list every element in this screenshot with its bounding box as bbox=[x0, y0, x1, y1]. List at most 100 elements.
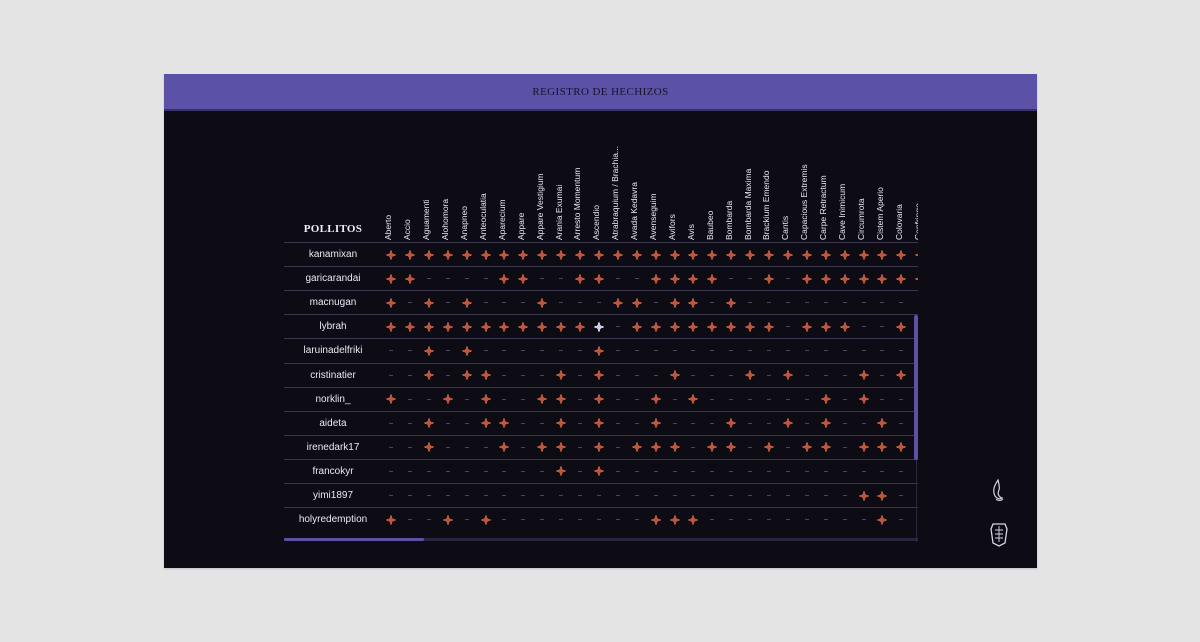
spell-cell[interactable] bbox=[892, 460, 910, 483]
spell-cell[interactable] bbox=[666, 243, 684, 266]
spell-cell[interactable] bbox=[666, 436, 684, 459]
spell-cell[interactable] bbox=[439, 339, 457, 362]
spell-cell[interactable] bbox=[666, 291, 684, 314]
spell-cell[interactable] bbox=[779, 436, 797, 459]
spell-cell[interactable] bbox=[590, 412, 608, 435]
spell-cell[interactable] bbox=[779, 460, 797, 483]
spell-cell[interactable] bbox=[779, 267, 797, 290]
spell-cell[interactable] bbox=[666, 364, 684, 387]
spell-cell[interactable] bbox=[477, 508, 495, 531]
spell-cell[interactable] bbox=[798, 267, 816, 290]
spell-cell[interactable] bbox=[836, 484, 854, 507]
spell-cell[interactable] bbox=[647, 243, 665, 266]
spell-cell[interactable] bbox=[571, 436, 589, 459]
spell-cell[interactable] bbox=[684, 243, 702, 266]
spell-cell[interactable] bbox=[533, 412, 551, 435]
spell-cell[interactable] bbox=[647, 315, 665, 338]
spell-cell[interactable] bbox=[892, 267, 910, 290]
spell-cell[interactable] bbox=[590, 267, 608, 290]
spell-cell[interactable] bbox=[666, 484, 684, 507]
spell-cell[interactable] bbox=[571, 412, 589, 435]
spell-cell[interactable] bbox=[477, 267, 495, 290]
spell-cell[interactable] bbox=[703, 315, 721, 338]
spell-cell[interactable] bbox=[911, 267, 918, 290]
spell-cell[interactable] bbox=[892, 484, 910, 507]
spell-cell[interactable] bbox=[458, 436, 476, 459]
spell-cell[interactable] bbox=[628, 388, 646, 411]
spell-cell[interactable] bbox=[514, 243, 532, 266]
spell-cell[interactable] bbox=[382, 315, 400, 338]
spell-cell[interactable] bbox=[666, 339, 684, 362]
spell-cell[interactable] bbox=[703, 339, 721, 362]
spell-cell[interactable] bbox=[722, 315, 740, 338]
spell-cell[interactable] bbox=[571, 339, 589, 362]
spell-cell[interactable] bbox=[741, 291, 759, 314]
spell-cell[interactable] bbox=[477, 436, 495, 459]
spell-cell[interactable] bbox=[892, 364, 910, 387]
spell-cell[interactable] bbox=[514, 339, 532, 362]
spell-cell[interactable] bbox=[458, 315, 476, 338]
vertical-scrollbar-thumb[interactable] bbox=[914, 315, 918, 460]
spell-cell[interactable] bbox=[552, 291, 570, 314]
spell-cell[interactable] bbox=[684, 267, 702, 290]
spell-cell[interactable] bbox=[458, 412, 476, 435]
spell-cell[interactable] bbox=[798, 412, 816, 435]
spell-cell[interactable] bbox=[855, 484, 873, 507]
table-row[interactable]: francokyr bbox=[284, 458, 918, 483]
crest-icon[interactable] bbox=[990, 521, 1008, 547]
spell-cell[interactable] bbox=[836, 339, 854, 362]
spell-cell[interactable] bbox=[873, 436, 891, 459]
table-row[interactable]: macnugan bbox=[284, 290, 918, 314]
spell-cell[interactable] bbox=[873, 291, 891, 314]
spell-cell[interactable] bbox=[855, 436, 873, 459]
spell-cell[interactable] bbox=[590, 339, 608, 362]
spell-cell[interactable] bbox=[552, 267, 570, 290]
spell-cell[interactable] bbox=[628, 315, 646, 338]
spell-cell[interactable] bbox=[420, 364, 438, 387]
spell-cell[interactable] bbox=[420, 388, 438, 411]
spell-cell[interactable] bbox=[855, 388, 873, 411]
spell-cell[interactable] bbox=[477, 339, 495, 362]
spell-cell[interactable] bbox=[439, 364, 457, 387]
spell-cell[interactable] bbox=[609, 484, 627, 507]
spell-cell[interactable] bbox=[533, 291, 551, 314]
spell-cell[interactable] bbox=[401, 291, 419, 314]
spell-table[interactable]: POLLITOS Aberto Accio Aguamenti Alohomora An… bbox=[284, 124, 918, 542]
spell-cell[interactable] bbox=[855, 291, 873, 314]
spell-cell[interactable] bbox=[817, 388, 835, 411]
spell-cell[interactable] bbox=[571, 243, 589, 266]
spell-cell[interactable] bbox=[609, 243, 627, 266]
spell-cell[interactable] bbox=[382, 267, 400, 290]
spell-cell[interactable] bbox=[647, 267, 665, 290]
spell-cell[interactable] bbox=[741, 243, 759, 266]
spell-cell[interactable] bbox=[798, 388, 816, 411]
spell-cell[interactable] bbox=[779, 508, 797, 531]
spell-cell[interactable] bbox=[533, 267, 551, 290]
spell-cell[interactable] bbox=[401, 460, 419, 483]
spell-cell[interactable] bbox=[779, 412, 797, 435]
spell-cell[interactable] bbox=[666, 508, 684, 531]
spell-cell[interactable] bbox=[817, 364, 835, 387]
spell-cell[interactable] bbox=[703, 364, 721, 387]
spell-cell[interactable] bbox=[892, 315, 910, 338]
spell-cell[interactable] bbox=[571, 484, 589, 507]
table-row[interactable]: lybrah bbox=[284, 314, 918, 338]
spell-cell[interactable] bbox=[458, 364, 476, 387]
table-row[interactable]: cristinatier bbox=[284, 362, 918, 387]
spell-cell[interactable] bbox=[609, 436, 627, 459]
spell-cell[interactable] bbox=[817, 412, 835, 435]
spell-cell[interactable] bbox=[401, 388, 419, 411]
spell-cell[interactable] bbox=[628, 484, 646, 507]
spell-cell[interactable] bbox=[647, 291, 665, 314]
spell-cell[interactable] bbox=[722, 243, 740, 266]
spell-cell[interactable] bbox=[798, 291, 816, 314]
spell-cell[interactable] bbox=[873, 267, 891, 290]
spell-cell[interactable] bbox=[514, 412, 532, 435]
spell-cell[interactable] bbox=[873, 243, 891, 266]
spell-cell[interactable] bbox=[533, 508, 551, 531]
spell-cell[interactable] bbox=[552, 412, 570, 435]
spell-cell[interactable] bbox=[420, 339, 438, 362]
spell-cell[interactable] bbox=[628, 243, 646, 266]
spell-cell[interactable] bbox=[439, 508, 457, 531]
spell-cell[interactable] bbox=[779, 315, 797, 338]
